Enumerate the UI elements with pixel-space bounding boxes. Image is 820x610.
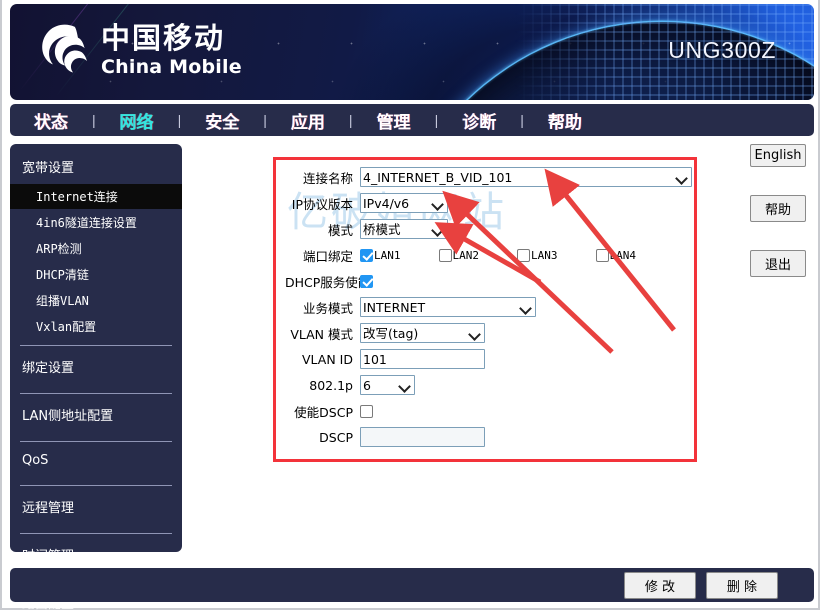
sidebar-item-qos[interactable]: QoS: [10, 442, 182, 479]
sidebar-item-4in6-tunnel[interactable]: 4in6隧道连接设置: [10, 210, 182, 235]
router-admin-page: 中国移动 China Mobile UNG300Z 状态 | 网络 | 安全 |…: [0, 0, 820, 610]
dscp-input[interactable]: [360, 427, 485, 447]
lan2-checkbox[interactable]: [438, 248, 452, 262]
sidebar-item-remote-management[interactable]: 远程管理: [10, 486, 182, 527]
form-row-service-mode: 业务模式 INTERNET: [285, 295, 695, 319]
sidebar-item-dhcp-clear[interactable]: DHCP清链: [10, 262, 182, 287]
lan3-label: LAN3: [531, 248, 558, 262]
page-banner: 中国移动 China Mobile UNG300Z: [10, 4, 814, 100]
help-button[interactable]: 帮助: [750, 195, 806, 222]
form-row-mode: 模式 桥模式: [285, 217, 695, 241]
nav-item-help[interactable]: 帮助: [546, 108, 584, 133]
brand-logo: 中国移动 China Mobile: [32, 20, 242, 80]
nav-item-application[interactable]: 应用: [289, 108, 327, 133]
vlan-id-input[interactable]: [360, 349, 485, 369]
dot1p-select-wrap: 6: [360, 375, 415, 395]
dhcp-service-checkbox[interactable]: [360, 274, 373, 288]
nav-item-management[interactable]: 管理: [375, 108, 413, 133]
lan4-label: LAN4: [609, 248, 637, 262]
nav-separator: |: [520, 112, 524, 128]
sidebar-item-vxlan-config[interactable]: Vxlan配置: [10, 314, 182, 339]
sidebar-item-arp-detection[interactable]: ARP检测: [10, 236, 182, 261]
connection-name-select[interactable]: 4_INTERNET_B_VID_101: [360, 167, 692, 187]
mode-select[interactable]: 桥模式: [360, 219, 448, 239]
brand-name-en: China Mobile: [101, 55, 242, 78]
sidebar-nav: 宽带设置 Internet连接 4in6隧道连接设置 ARP检测 DHCP清链 …: [10, 144, 182, 610]
enable-dscp-label: 使能DSCP: [294, 404, 353, 420]
internet-connection-form: 连接名称 4_INTERNET_B_VID_101 IP协议版本 IPv4/v6: [285, 165, 695, 451]
vlan-mode-label: VLAN 模式: [290, 326, 353, 342]
connection-name-label: 连接名称: [302, 170, 353, 186]
sidebar-item-multicast-vlan[interactable]: 组播VLAN: [10, 288, 182, 313]
vlan-id-label: VLAN ID: [302, 351, 353, 367]
nav-separator: |: [348, 112, 353, 128]
nav-separator: |: [177, 112, 182, 128]
service-mode-select[interactable]: INTERNET: [360, 297, 536, 317]
english-button[interactable]: English: [750, 144, 806, 167]
lan4-checkbox[interactable]: [595, 248, 609, 262]
enable-dscp-checkbox[interactable]: [360, 404, 373, 418]
utility-button-group: English 帮助 退出: [736, 144, 806, 305]
sidebar-item-internet-connection[interactable]: Internet连接: [10, 184, 182, 209]
mode-select-wrap: 桥模式: [360, 219, 448, 239]
nav-separator: |: [263, 112, 267, 128]
brand-logo-text: 中国移动 China Mobile: [101, 20, 242, 78]
nav-separator: |: [434, 112, 439, 128]
dhcp-service-label: DHCP服务使能: [285, 274, 371, 290]
mode-label: 模式: [327, 222, 353, 238]
brand-name-cn: 中国移动: [101, 20, 226, 55]
dot1p-label: 802.1p: [309, 377, 353, 393]
form-row-vlan-id: VLAN ID: [285, 347, 695, 371]
sidebar-item-binding-settings[interactable]: 绑定设置: [10, 346, 182, 387]
form-row-connection-name: 连接名称 4_INTERNET_B_VID_101: [285, 165, 695, 189]
nav-item-network[interactable]: 网络: [118, 108, 156, 133]
nav-item-security[interactable]: 安全: [203, 108, 241, 133]
lan1-checkbox[interactable]: [360, 248, 373, 262]
delete-button[interactable]: 删 除: [706, 571, 778, 599]
lan3-checkbox[interactable]: [517, 248, 530, 262]
port-binding-label: 端口绑定: [302, 248, 353, 264]
dscp-label: DSCP: [319, 429, 353, 445]
device-model-label: UNG300Z: [668, 37, 776, 63]
form-row-dhcp-service: DHCP服务使能: [285, 269, 695, 293]
lan1-label: LAN1: [374, 248, 401, 262]
form-row-dot1p: 802.1p 6: [285, 373, 695, 397]
china-mobile-logo-icon: [42, 24, 87, 73]
modify-button[interactable]: 修 改: [624, 571, 696, 599]
nav-item-diagnostics[interactable]: 诊断: [460, 108, 498, 133]
form-row-enable-dscp: 使能DSCP: [285, 399, 695, 423]
lan2-label: LAN2: [452, 248, 480, 262]
sidebar-group-broadband: 宽带设置: [22, 161, 75, 176]
dot1p-select[interactable]: 6: [360, 375, 415, 395]
footer-bar: 修 改 删 除: [10, 568, 814, 602]
logout-button[interactable]: 退出: [750, 250, 806, 277]
service-mode-label: 业务模式: [302, 300, 353, 316]
ip-version-select-wrap: IPv4/v6: [360, 193, 448, 213]
sidebar-item-lan-address-config[interactable]: LAN侧地址配置: [10, 394, 182, 435]
ip-version-select[interactable]: IPv4/v6: [360, 193, 448, 213]
service-mode-select-wrap: INTERNET: [360, 297, 536, 317]
ip-version-label: IP协议版本: [291, 196, 353, 212]
vlan-mode-select-wrap: 改写(tag): [360, 323, 485, 343]
form-row-ip-version: IP协议版本 IPv4/v6: [285, 191, 695, 215]
form-row-vlan-mode: VLAN 模式 改写(tag): [285, 321, 695, 345]
vlan-mode-select[interactable]: 改写(tag): [360, 323, 485, 343]
main-nav: 状态 | 网络 | 安全 | 应用 | 管理 | 诊断 | 帮助: [10, 104, 814, 136]
form-row-port-binding: 端口绑定 LAN1 LAN2 LAN3 LAN4: [285, 243, 695, 267]
nav-separator: |: [92, 112, 96, 128]
form-row-dscp: DSCP: [285, 425, 695, 449]
nav-item-status[interactable]: 状态: [32, 108, 70, 133]
connection-name-select-wrap: 4_INTERNET_B_VID_101: [360, 167, 692, 187]
